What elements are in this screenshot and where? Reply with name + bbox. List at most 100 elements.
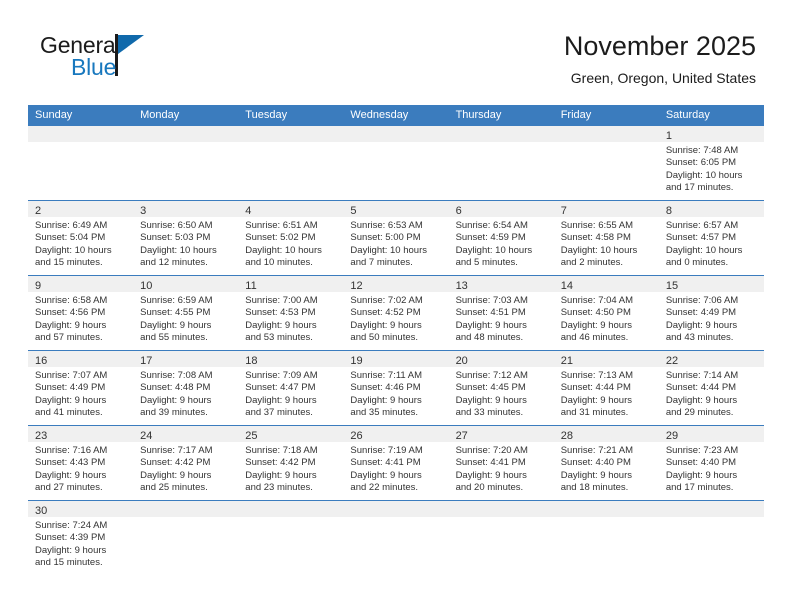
day-number-band: 10 xyxy=(133,276,239,292)
day-details: Sunrise: 7:00 AM Sunset: 4:53 PM Daylight:… xyxy=(238,292,343,349)
day-cell[interactable]: 16 Sunrise: 7:07 AM Sunset: 4:49 PM Dayligh… xyxy=(28,351,134,425)
day-cell[interactable]: 4 Sunrise: 6:51 AM Sunset: 5:02 PM Daylight… xyxy=(238,201,344,275)
sunset-text: Sunset: 5:00 PM xyxy=(350,232,421,244)
sunset-text: Sunset: 4:56 PM xyxy=(35,307,106,319)
day-number-band xyxy=(553,126,659,142)
day-cell[interactable]: 17 Sunrise: 7:08 AM Sunset: 4:48 PM Dayligh… xyxy=(133,351,239,425)
day-number: 12 xyxy=(350,280,363,292)
day-number-band: 21 xyxy=(553,351,659,367)
day-cell[interactable]: 21 Sunrise: 7:13 AM Sunset: 4:44 PM Dayligh… xyxy=(553,351,659,425)
day-cell[interactable]: 7 Sunrise: 6:55 AM Sunset: 4:58 PM Daylight… xyxy=(553,201,659,275)
day-number: 28 xyxy=(560,430,573,442)
daylight-text-line2: and 17 minutes. xyxy=(665,482,734,494)
sunrise-text: Sunrise: 6:50 AM xyxy=(140,220,213,231)
day-cell-empty xyxy=(343,126,449,200)
calendar-body: 1 Sunrise: 7:48 AM Sunset: 6:05 PM Daylight… xyxy=(28,126,764,575)
sunset-text: Sunset: 4:49 PM xyxy=(35,382,106,394)
sunset-text: Sunset: 5:04 PM xyxy=(35,232,106,244)
daylight-text-line2: and 37 minutes. xyxy=(245,407,313,419)
daylight-text-line2: and 25 minutes. xyxy=(140,482,208,494)
daylight-text-line1: Daylight: 10 hours xyxy=(665,244,743,256)
day-number: 9 xyxy=(35,280,42,292)
day-details: Sunrise: 7:11 AM Sunset: 4:46 PM Daylight:… xyxy=(343,367,448,424)
day-cell[interactable]: 10 Sunrise: 6:59 AM Sunset: 4:55 PM Dayligh… xyxy=(133,276,239,350)
weekday-header-monday: Monday xyxy=(140,109,180,121)
day-cell[interactable]: 19 Sunrise: 7:11 AM Sunset: 4:46 PM Dayligh… xyxy=(343,351,449,425)
day-cell[interactable]: 8 Sunrise: 6:57 AM Sunset: 4:57 PM Daylight… xyxy=(658,201,764,275)
day-cell[interactable]: 11 Sunrise: 7:00 AM Sunset: 4:53 PM Dayligh… xyxy=(238,276,344,350)
sunset-text: Sunset: 4:42 PM xyxy=(140,457,211,469)
day-number: 26 xyxy=(350,430,363,442)
sunset-text: Sunset: 4:47 PM xyxy=(245,382,316,394)
daylight-text-line1: Daylight: 9 hours xyxy=(665,469,738,481)
day-cell[interactable]: 15 Sunrise: 7:06 AM Sunset: 4:49 PM Dayligh… xyxy=(658,276,764,350)
sunrise-text: Sunrise: 6:51 AM xyxy=(245,220,318,231)
day-number: 11 xyxy=(245,280,257,292)
page-title: November 2025 xyxy=(563,31,756,61)
sunrise-text: Sunrise: 7:09 AM xyxy=(245,370,318,381)
sunrise-text: Sunrise: 6:55 AM xyxy=(560,220,634,231)
sunrise-text: Sunrise: 7:00 AM xyxy=(245,295,318,306)
day-cell-empty xyxy=(343,501,449,575)
sunrise-text: Sunrise: 7:23 AM xyxy=(665,445,739,456)
daylight-text-line2: and 2 minutes. xyxy=(560,257,624,269)
day-details: Sunrise: 7:03 AM Sunset: 4:51 PM Daylight:… xyxy=(449,292,554,349)
day-cell[interactable]: 26 Sunrise: 7:19 AM Sunset: 4:41 PM Dayligh… xyxy=(343,426,449,500)
calendar-week-row: 23 Sunrise: 7:16 AM Sunset: 4:43 PM Dayligh… xyxy=(28,425,764,500)
day-cell[interactable]: 29 Sunrise: 7:23 AM Sunset: 4:40 PM Dayligh… xyxy=(658,426,764,500)
day-details: Sunrise: 6:54 AM Sunset: 4:59 PM Daylight:… xyxy=(449,217,554,274)
day-cell[interactable]: 13 Sunrise: 7:03 AM Sunset: 4:51 PM Dayligh… xyxy=(448,276,554,350)
daylight-text-line1: Daylight: 9 hours xyxy=(140,319,212,331)
day-number-band: 20 xyxy=(448,351,554,367)
day-number-band xyxy=(133,501,239,517)
day-details: Sunrise: 6:49 AM Sunset: 5:04 PM Daylight:… xyxy=(28,217,133,274)
day-number-band xyxy=(343,126,449,142)
day-cell[interactable]: 2 Sunrise: 6:49 AM Sunset: 5:04 PM Daylight… xyxy=(28,201,134,275)
general-blue-logo[interactable]: General Blue xyxy=(40,32,190,88)
page-header: General Blue November 2025 Green, Oregon… xyxy=(28,30,764,96)
day-cell[interactable]: 28 Sunrise: 7:21 AM Sunset: 4:40 PM Dayligh… xyxy=(553,426,659,500)
day-number: 19 xyxy=(350,355,363,367)
day-number-band xyxy=(658,501,764,517)
sunset-text: Sunset: 5:03 PM xyxy=(140,232,211,244)
day-number-band: 3 xyxy=(133,201,239,217)
sunrise-text: Sunrise: 7:17 AM xyxy=(140,445,213,456)
sunset-text: Sunset: 4:43 PM xyxy=(35,457,106,469)
weekday-header-tuesday: Tuesday xyxy=(245,109,288,121)
day-cell[interactable]: 22 Sunrise: 7:14 AM Sunset: 4:44 PM Dayligh… xyxy=(658,351,764,425)
sunrise-text: Sunrise: 7:08 AM xyxy=(140,370,213,381)
day-details: Sunrise: 6:51 AM Sunset: 5:02 PM Daylight:… xyxy=(238,217,343,274)
day-cell[interactable]: 20 Sunrise: 7:12 AM Sunset: 4:45 PM Dayligh… xyxy=(448,351,554,425)
day-details: Sunrise: 7:21 AM Sunset: 4:40 PM Daylight:… xyxy=(554,442,659,499)
day-number-band xyxy=(343,501,449,517)
day-details: Sunrise: 7:09 AM Sunset: 4:47 PM Daylight:… xyxy=(238,367,343,424)
day-cell[interactable]: 12 Sunrise: 7:02 AM Sunset: 4:52 PM Dayligh… xyxy=(343,276,449,350)
day-number-band: 18 xyxy=(238,351,344,367)
day-number: 29 xyxy=(665,430,679,442)
sunrise-text: Sunrise: 7:06 AM xyxy=(665,295,739,306)
daylight-text-line1: Daylight: 9 hours xyxy=(455,319,527,331)
day-number-band: 8 xyxy=(658,201,764,217)
day-cell[interactable]: 18 Sunrise: 7:09 AM Sunset: 4:47 PM Dayligh… xyxy=(238,351,344,425)
day-cell[interactable]: 6 Sunrise: 6:54 AM Sunset: 4:59 PM Daylight… xyxy=(448,201,554,275)
day-cell[interactable]: 27 Sunrise: 7:20 AM Sunset: 4:41 PM Dayligh… xyxy=(448,426,554,500)
sunrise-text: Sunrise: 7:24 AM xyxy=(35,520,108,531)
weekday-header-wednesday: Wednesday xyxy=(350,109,409,121)
day-number-band: 12 xyxy=(343,276,449,292)
day-cell[interactable]: 9 Sunrise: 6:58 AM Sunset: 4:56 PM Daylight… xyxy=(28,276,134,350)
day-cell[interactable]: 3 Sunrise: 6:50 AM Sunset: 5:03 PM Daylight… xyxy=(133,201,239,275)
day-cell[interactable]: 24 Sunrise: 7:17 AM Sunset: 4:42 PM Dayligh… xyxy=(133,426,239,500)
day-cell[interactable]: 5 Sunrise: 6:53 AM Sunset: 5:00 PM Daylight… xyxy=(343,201,449,275)
day-cell[interactable]: 25 Sunrise: 7:18 AM Sunset: 4:42 PM Dayligh… xyxy=(238,426,344,500)
sunset-text: Sunset: 4:57 PM xyxy=(665,232,737,244)
sunrise-text: Sunrise: 7:48 AM xyxy=(665,145,739,156)
sunrise-text: Sunrise: 7:16 AM xyxy=(35,445,108,456)
title-block: November 2025 Green, Oregon, United Stat… xyxy=(564,30,756,88)
day-number: 24 xyxy=(140,430,153,442)
daylight-text-line2: and 35 minutes. xyxy=(350,407,419,419)
day-cell[interactable]: 14 Sunrise: 7:04 AM Sunset: 4:50 PM Dayligh… xyxy=(553,276,659,350)
day-cell[interactable]: 23 Sunrise: 7:16 AM Sunset: 4:43 PM Dayligh… xyxy=(28,426,134,500)
day-cell[interactable]: 1 Sunrise: 7:48 AM Sunset: 6:05 PM Daylight… xyxy=(658,126,764,200)
day-cell[interactable]: 30 Sunrise: 7:24 AM Sunset: 4:39 PM Dayligh… xyxy=(28,501,134,575)
daylight-text-line1: Daylight: 9 hours xyxy=(35,544,107,556)
